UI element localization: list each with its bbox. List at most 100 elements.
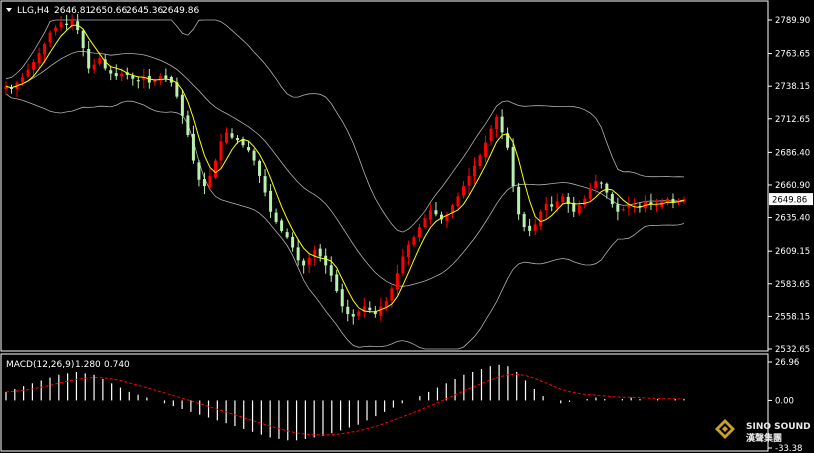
candle-body xyxy=(87,49,91,69)
candle-body xyxy=(533,224,537,231)
candle-body xyxy=(428,210,432,220)
candle-body xyxy=(588,188,592,199)
candle-body xyxy=(467,175,471,186)
candle-body xyxy=(665,198,669,203)
ohlc-open: 2646.81 xyxy=(54,6,91,16)
candle-body xyxy=(258,160,262,176)
price-tick-label: 2532.65 xyxy=(775,345,810,355)
candle-body xyxy=(649,202,653,205)
candle-body xyxy=(594,181,598,189)
candle-body xyxy=(550,204,554,207)
macd-signal-value: 0.740 xyxy=(104,360,130,370)
price-tick-label: 2660.90 xyxy=(775,181,810,191)
candle-body xyxy=(473,165,477,177)
candle-body xyxy=(583,198,587,206)
symbol-label: LLG,H4 xyxy=(17,6,50,16)
candle-body xyxy=(247,147,251,151)
candle-body xyxy=(489,128,493,141)
candle-body xyxy=(599,182,603,184)
candle-body xyxy=(37,53,41,64)
candle-body xyxy=(577,205,581,214)
candle-body xyxy=(522,214,526,228)
chart-root: 2789.90 2763.65 2738.15 2712.65 2686.40 2660.… xyxy=(0,0,814,453)
macd-tick-label: 26.96 xyxy=(775,358,799,368)
candle-body xyxy=(561,196,565,203)
candle-body xyxy=(269,190,273,212)
candle-body xyxy=(32,62,36,70)
price-tick-label: 2738.15 xyxy=(775,82,810,92)
candle-body xyxy=(65,23,69,25)
macd-tick-label: 0.00 xyxy=(775,396,794,406)
candle-body xyxy=(197,162,201,180)
candle-body xyxy=(605,183,609,193)
candle-body xyxy=(412,237,416,245)
candle-body xyxy=(495,117,499,130)
candle-body xyxy=(26,69,30,77)
candle-body xyxy=(401,256,405,274)
candle-body xyxy=(296,247,300,261)
candle-body xyxy=(285,232,289,238)
candle-body xyxy=(191,133,195,161)
candle-body xyxy=(484,142,488,157)
candle-body xyxy=(81,30,85,49)
candle-body xyxy=(236,138,240,141)
brand-name-chinese: 漢聲集團 xyxy=(746,432,782,444)
macd-title: MACD(12,26,9) xyxy=(6,360,74,370)
candle-body xyxy=(500,116,504,133)
candle-body xyxy=(109,70,113,74)
ohlc-high: 2650.66 xyxy=(90,6,127,16)
candle-body xyxy=(539,211,543,227)
price-tick-label: 2583.65 xyxy=(775,280,810,290)
candle-body xyxy=(627,205,631,208)
candle-body xyxy=(131,75,135,79)
candle-body xyxy=(92,64,96,70)
chart-header: LLG,H4 2646.81 2650.66 2645.36 2649.86 xyxy=(6,6,199,16)
ohlc-low: 2645.36 xyxy=(126,6,163,16)
candle-body xyxy=(329,265,333,276)
candle-body xyxy=(544,204,548,211)
candle-body xyxy=(307,257,311,265)
candle-body xyxy=(114,73,118,77)
candle-body xyxy=(54,27,58,31)
candle-body xyxy=(632,204,636,206)
candle-body xyxy=(43,44,47,55)
candle-body xyxy=(478,155,482,167)
candle-body xyxy=(186,115,190,135)
candle-body xyxy=(252,150,256,161)
chart-background xyxy=(0,0,814,453)
candle-body xyxy=(224,132,228,143)
candle-body xyxy=(324,255,328,266)
candle-body xyxy=(164,75,168,79)
candle-body xyxy=(219,141,223,161)
macd-value: 1.280 xyxy=(75,360,101,370)
current-price-label: 2649.86 xyxy=(772,196,807,206)
candle-body xyxy=(59,22,63,28)
candle-body xyxy=(390,288,394,301)
candle-body xyxy=(511,146,515,187)
candle-body xyxy=(340,289,344,307)
candle-body xyxy=(357,311,361,316)
candle-body xyxy=(230,133,234,138)
price-tick-label: 2635.40 xyxy=(775,214,810,224)
candle-body xyxy=(136,80,140,82)
candle-body xyxy=(180,94,184,116)
candle-body xyxy=(318,248,322,257)
candle-body xyxy=(274,212,278,222)
candle-body xyxy=(555,201,559,209)
candle-body xyxy=(346,306,350,315)
brand-name: SINO SOUND xyxy=(746,422,811,432)
candle-body xyxy=(120,73,124,77)
candle-body xyxy=(291,236,295,248)
candle-body xyxy=(202,178,206,187)
price-tick-label: 2686.40 xyxy=(775,148,810,158)
candle-body xyxy=(21,77,25,83)
candle-body xyxy=(213,160,217,178)
candle-body xyxy=(263,176,267,193)
candle-body xyxy=(456,196,460,207)
price-tick-label: 2712.65 xyxy=(775,115,810,125)
candle-body xyxy=(208,175,212,188)
candle-body xyxy=(654,205,658,207)
candle-body xyxy=(280,220,284,231)
candle-body xyxy=(462,186,466,196)
candle-body xyxy=(48,32,52,43)
